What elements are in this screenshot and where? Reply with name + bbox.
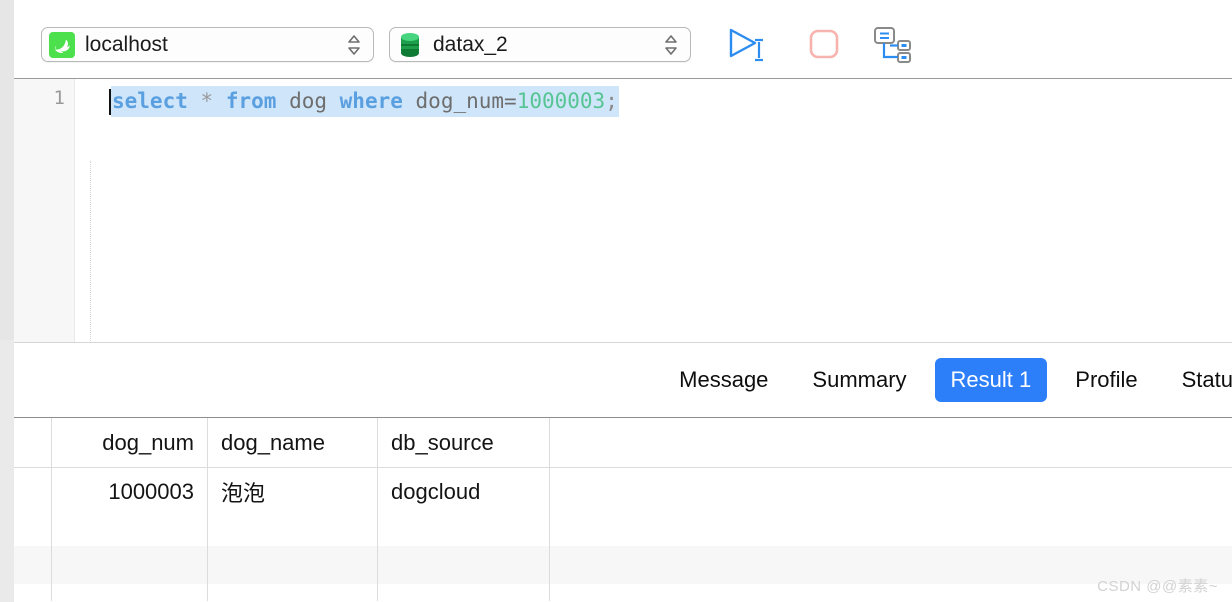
editor-gutter: 1 <box>14 79 75 342</box>
sql-token-column-predicate: dog_num= <box>415 89 517 113</box>
column-header-db-source[interactable]: db_source <box>378 418 550 467</box>
sql-token-space-4 <box>327 89 340 113</box>
row-selector-cell[interactable] <box>14 584 52 601</box>
result-grid[interactable]: dog_num dog_name db_source 1000003 泡泡 do… <box>14 418 1232 602</box>
mysql-dolphin-icon <box>49 31 75 58</box>
watermark-text: CSDN @@素素~ <box>1097 578 1218 595</box>
sql-token-space-2 <box>213 89 226 113</box>
sql-token-space-5 <box>403 89 416 113</box>
tab-profile[interactable]: Profile <box>1059 358 1153 402</box>
cell-db-source[interactable]: dogcloud <box>378 468 550 515</box>
sql-token-keyword-select: select <box>112 89 188 113</box>
cell-filler <box>550 468 1232 515</box>
connection-stepper-icon[interactable] <box>347 34 361 56</box>
line-number: 1 <box>53 87 65 109</box>
row-selector-cell[interactable] <box>14 546 52 584</box>
stop-query-button[interactable] <box>802 22 846 66</box>
toolbar: localhost datax_2 <box>14 0 1232 79</box>
run-query-button[interactable] <box>724 22 768 66</box>
cell-empty[interactable] <box>378 546 550 584</box>
cell-empty[interactable] <box>208 546 378 584</box>
table-header-row: dog_num dog_name db_source <box>14 418 1232 468</box>
row-header-corner[interactable] <box>14 418 52 467</box>
sql-token-space-3 <box>276 89 289 113</box>
sql-client-window: localhost datax_2 1 select * from dog wh… <box>0 0 1232 602</box>
column-header-dog-name[interactable]: dog_name <box>208 418 378 467</box>
cell-empty[interactable] <box>52 584 208 601</box>
tab-status[interactable]: Status <box>1166 358 1232 402</box>
sql-token-table-name: dog <box>289 89 327 113</box>
database-selector[interactable]: datax_2 <box>389 27 691 62</box>
sql-token-space-1 <box>188 89 201 113</box>
sql-token-keyword-where: where <box>339 89 403 113</box>
table-row-empty[interactable] <box>14 584 1232 601</box>
sql-code-line[interactable]: select * from dog where dog_num=1000003; <box>109 86 619 117</box>
connection-selector[interactable]: localhost <box>41 27 374 62</box>
database-stepper-icon[interactable] <box>664 34 678 56</box>
sql-token-star: * <box>200 89 214 113</box>
tab-message[interactable]: Message <box>663 358 784 402</box>
row-selector-cell[interactable] <box>14 515 52 546</box>
cell-empty[interactable] <box>378 584 550 601</box>
database-name-label: datax_2 <box>433 32 508 56</box>
cell-empty[interactable] <box>208 515 378 546</box>
cell-filler <box>550 515 1232 546</box>
column-header-filler <box>550 418 1232 467</box>
database-cylinder-icon <box>397 32 423 58</box>
cell-dog-name[interactable]: 泡泡 <box>208 468 378 515</box>
cell-empty[interactable] <box>208 584 378 601</box>
result-tabs: Message Summary Result 1 Profile Status <box>14 342 1232 418</box>
column-header-dog-num[interactable]: dog_num <box>52 418 208 467</box>
cell-empty[interactable] <box>52 546 208 584</box>
cell-empty[interactable] <box>378 515 550 546</box>
table-row[interactable]: 1000003 泡泡 dogcloud <box>14 468 1232 515</box>
result-pane-scroll-rail[interactable] <box>0 340 14 602</box>
tab-result-1[interactable]: Result 1 <box>934 358 1048 402</box>
sql-token-keyword-from: from <box>225 89 277 113</box>
table-row-empty[interactable] <box>14 546 1232 584</box>
sql-statement-selection[interactable]: select * from dog where dog_num=1000003; <box>111 86 619 117</box>
sql-token-semicolon: ; <box>605 89 618 113</box>
explain-plan-button[interactable] <box>870 22 914 66</box>
tab-summary[interactable]: Summary <box>796 358 922 402</box>
sql-editor[interactable]: 1 select * from dog where dog_num=100000… <box>14 79 1232 419</box>
row-selector-cell[interactable] <box>14 468 52 515</box>
cell-empty[interactable] <box>52 515 208 546</box>
table-row-empty[interactable] <box>14 515 1232 546</box>
text-cursor-icon <box>755 38 763 62</box>
cell-dog-num[interactable]: 1000003 <box>52 468 208 515</box>
connection-name-label: localhost <box>85 32 168 56</box>
sql-token-number-literal: 1000003 <box>516 89 606 113</box>
